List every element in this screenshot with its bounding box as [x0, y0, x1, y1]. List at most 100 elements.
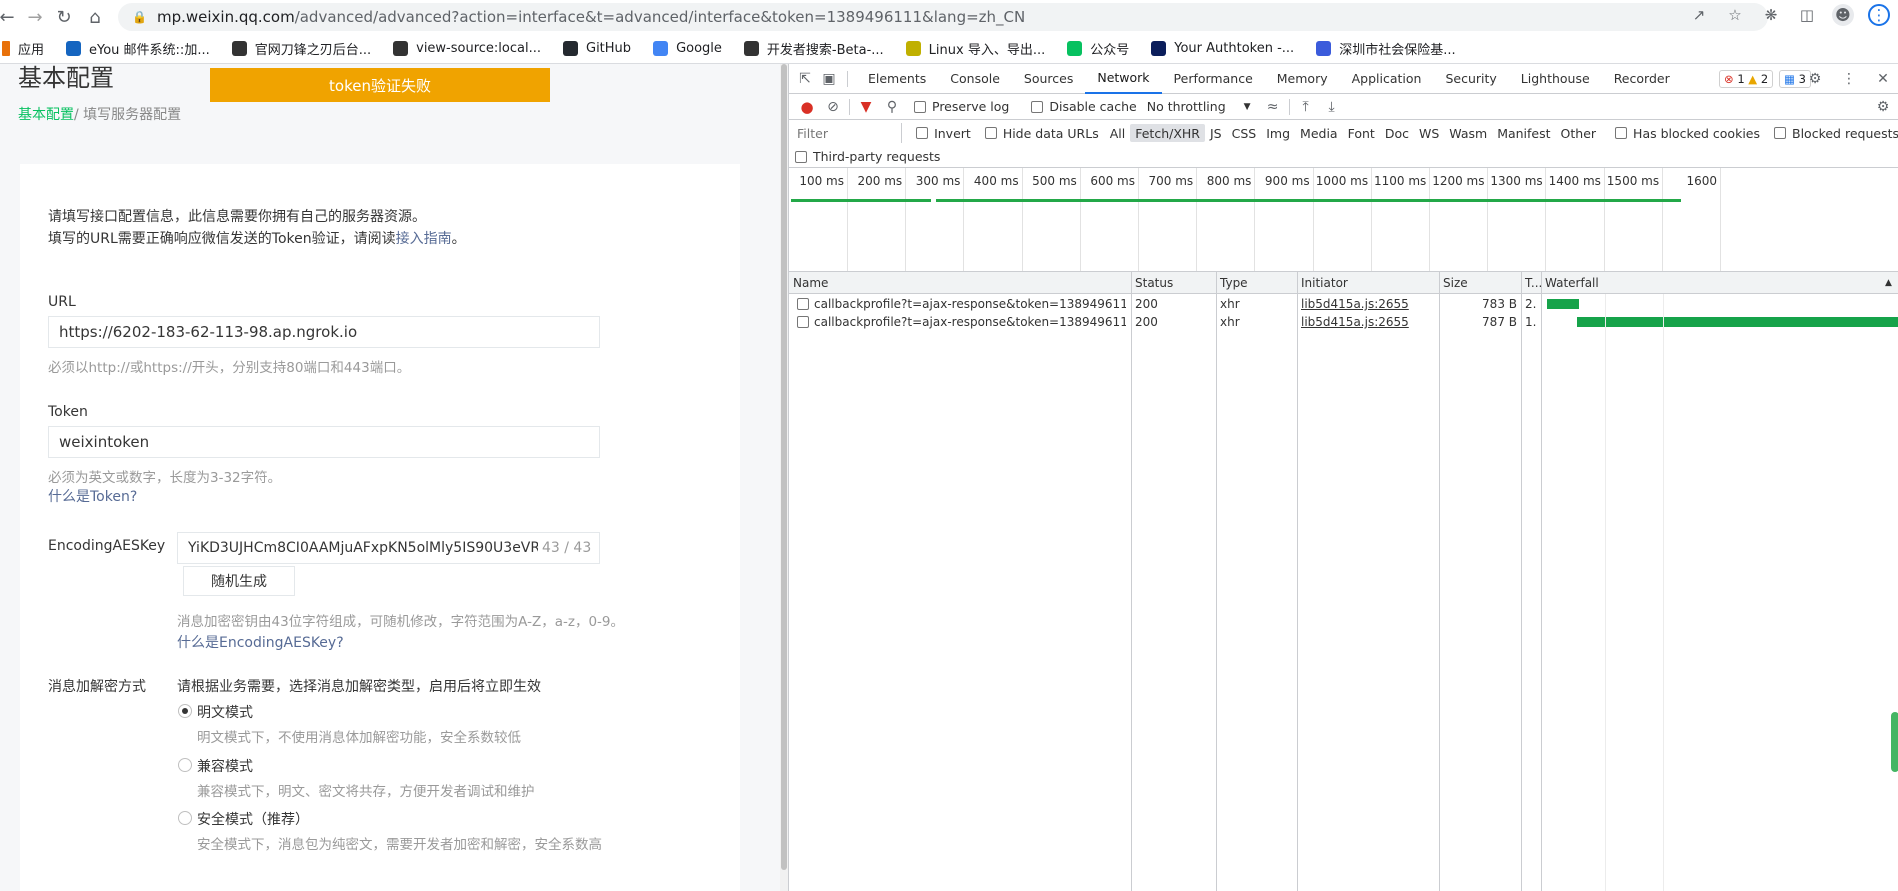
profile-icon[interactable]: ☻ [1832, 4, 1854, 26]
tab-sources[interactable]: Sources [1012, 64, 1085, 94]
column-header-size[interactable]: Size [1443, 276, 1468, 290]
record-icon[interactable]: ● [797, 97, 817, 117]
bookmark-item[interactable]: 应用 [2, 39, 44, 58]
export-har-icon[interactable]: ⤓ [1322, 97, 1342, 117]
blocked-requests-box[interactable] [1774, 127, 1786, 139]
secure-mode-label[interactable]: 安全模式（推荐） [197, 809, 309, 829]
blocked-cookies-checkbox[interactable]: Has blocked cookies [1615, 126, 1760, 141]
devtools-settings-icon[interactable]: ⚙ [1805, 69, 1825, 89]
bookmark-item[interactable]: 公众号 [1067, 39, 1129, 58]
compatible-mode-label[interactable]: 兼容模式 [197, 756, 253, 776]
what-is-token-link[interactable]: 什么是Token? [48, 486, 137, 506]
type-filter-manifest[interactable]: Manifest [1492, 124, 1555, 142]
column-header-waterfall[interactable]: Waterfall [1545, 276, 1599, 290]
bookmark-item[interactable]: 官网刀锋之刃后台... [231, 39, 371, 58]
clear-icon[interactable]: ⊘ [823, 97, 843, 117]
type-filter-media[interactable]: Media [1295, 124, 1343, 142]
type-filter-wasm[interactable]: Wasm [1444, 124, 1492, 142]
menu-icon[interactable]: ⋮ [1868, 4, 1890, 26]
disable-cache-box[interactable] [1031, 100, 1044, 113]
plaintext-mode-label[interactable]: 明文模式 [197, 702, 253, 722]
forward-icon[interactable]: → [22, 4, 48, 30]
column-header-time[interactable]: T... [1525, 276, 1542, 290]
radio-secure-mode[interactable] [178, 811, 192, 825]
inspect-element-icon[interactable]: ⇱ [795, 69, 815, 89]
devtools-more-icon[interactable]: ⋮ [1839, 69, 1859, 89]
hide-data-urls-box[interactable] [984, 127, 997, 139]
column-header-name[interactable]: Name [793, 276, 828, 290]
type-filter-js[interactable]: JS [1205, 124, 1227, 142]
tab-console[interactable]: Console [938, 64, 1012, 94]
third-party-checkbox[interactable]: Third-party requests [795, 149, 940, 164]
breadcrumb-link-basic-config[interactable]: 基本配置 [18, 107, 74, 123]
type-filter-ws[interactable]: WS [1414, 124, 1444, 142]
aes-key-input[interactable]: YiKD3UJHCm8CI0AAMjuAFxpKN5olMly5IS90U3eV… [177, 532, 600, 564]
blocked-cookies-box[interactable] [1615, 127, 1628, 139]
tab-lighthouse[interactable]: Lighthouse [1509, 64, 1602, 94]
devtools-close-icon[interactable]: ✕ [1873, 69, 1893, 89]
cell-name[interactable]: callbackprofile?t=ajax-response&token=13… [814, 315, 1126, 329]
tab-memory[interactable]: Memory [1265, 64, 1340, 94]
third-party-box[interactable] [795, 150, 807, 163]
bookmark-item[interactable]: view-source:local... [393, 41, 541, 56]
bookmark-item[interactable]: Linux 导入、导出... [905, 39, 1045, 58]
filter-icon[interactable]: ▼ [856, 97, 876, 117]
cell-initiator[interactable]: lib5d415a.js:2655 [1301, 297, 1409, 311]
type-filter-img[interactable]: Img [1261, 124, 1295, 142]
column-header-status[interactable]: Status [1135, 276, 1173, 290]
bookmark-item[interactable]: Google [653, 41, 722, 56]
blocked-requests-checkbox[interactable]: Blocked requests [1774, 126, 1898, 141]
bookmark-item[interactable]: eYou 邮件系统::加... [66, 39, 210, 58]
column-header-initiator[interactable]: Initiator [1301, 276, 1348, 290]
error-warning-badge[interactable]: ⊗ 1 ▲ 2 [1719, 70, 1774, 88]
random-generate-button[interactable]: 随机生成 [183, 566, 295, 596]
import-har-icon[interactable]: ⤒ [1296, 97, 1316, 117]
hide-data-urls-checkbox[interactable]: Hide data URLs [984, 126, 1099, 141]
search-icon[interactable]: ⚲ [882, 97, 902, 117]
address-bar[interactable]: 🔒 mp.weixin.qq.com/advanced/advanced?act… [118, 3, 1768, 31]
type-filter-font[interactable]: Font [1343, 124, 1380, 142]
radio-compatible-mode[interactable] [178, 758, 192, 772]
access-guide-link[interactable]: 接入指南 [396, 231, 452, 247]
cell-initiator[interactable]: lib5d415a.js:2655 [1301, 315, 1409, 329]
throttling-select[interactable]: No throttling ▼ [1147, 99, 1251, 114]
disable-cache-checkbox[interactable]: Disable cache [1031, 99, 1137, 114]
bookmark-item[interactable]: 深圳市社会保险基... [1316, 39, 1456, 58]
device-toolbar-icon[interactable]: ▣ [819, 69, 839, 89]
tab-performance[interactable]: Performance [1162, 64, 1265, 94]
back-icon[interactable]: ← [0, 4, 20, 30]
extensions-icon[interactable]: ❋ [1760, 4, 1782, 26]
tab-security[interactable]: Security [1433, 64, 1508, 94]
home-icon[interactable]: ⌂ [82, 4, 108, 30]
type-filter-css[interactable]: CSS [1227, 124, 1262, 142]
tab-application[interactable]: Application [1340, 64, 1434, 94]
share-icon[interactable]: ↗ [1688, 4, 1710, 26]
preserve-log-checkbox[interactable]: Preserve log [914, 99, 1009, 114]
tab-recorder[interactable]: Recorder [1602, 64, 1682, 94]
type-filter-fetchxhr[interactable]: Fetch/XHR [1130, 124, 1205, 142]
star-icon[interactable]: ☆ [1724, 4, 1746, 26]
bookmark-item[interactable]: Your Authtoken -... [1151, 41, 1294, 56]
sort-ascending-icon[interactable]: ▲ [1885, 278, 1892, 288]
column-header-type[interactable]: Type [1220, 276, 1248, 290]
url-input[interactable]: https://6202-183-62-113-98.ap.ngrok.io [48, 316, 600, 348]
type-filter-all[interactable]: All [1105, 124, 1131, 142]
page-scrollbar[interactable] [780, 64, 788, 891]
token-input[interactable]: weixintoken [48, 426, 600, 458]
bookmark-item[interactable]: GitHub [563, 41, 631, 56]
page-scrollbar-thumb[interactable] [781, 64, 787, 870]
network-overview-timeline[interactable]: 100 ms 200 ms 300 ms 400 ms 500 ms 600 ms 700 … [789, 168, 1898, 272]
type-filter-other[interactable]: Other [1556, 124, 1602, 142]
bookmark-item[interactable]: 开发者搜索-Beta-... [743, 39, 884, 58]
table-scrollbar-thumb[interactable] [1891, 712, 1898, 772]
what-is-aes-key-link[interactable]: 什么是EncodingAESKey? [177, 632, 344, 652]
invert-box[interactable] [916, 127, 929, 139]
reload-icon[interactable]: ↻ [51, 4, 77, 30]
type-filter-doc[interactable]: Doc [1380, 124, 1414, 142]
table-row[interactable]: callbackprofile?t=ajax-response&token=13… [789, 295, 1898, 313]
tab-elements[interactable]: Elements [856, 64, 938, 94]
preserve-log-box[interactable] [914, 100, 926, 113]
network-settings-icon[interactable]: ⚙ [1873, 97, 1893, 117]
side-panel-icon[interactable]: ◫ [1796, 4, 1818, 26]
filter-input[interactable]: Filter [793, 123, 903, 143]
